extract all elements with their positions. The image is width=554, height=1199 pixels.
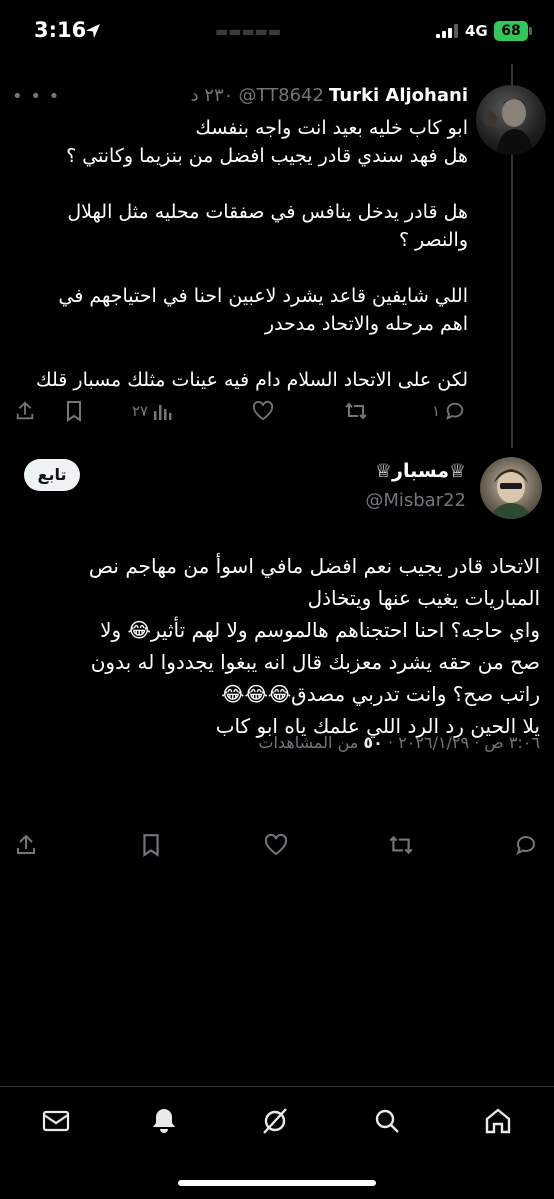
bookmark-button[interactable] <box>64 396 84 426</box>
tweet-line: صح من حقه يشرد معزبك قال انه يبغوا يجددو… <box>90 650 540 674</box>
tweet-line: والنصر ؟ <box>398 229 468 251</box>
tab-home[interactable] <box>482 1105 514 1137</box>
retweet-icon <box>389 835 413 855</box>
views-count: ٥٠ <box>363 733 383 752</box>
battery-cap <box>529 27 532 35</box>
author-handle[interactable]: @TT8642 <box>238 85 323 106</box>
tweet-line <box>8 338 468 366</box>
retweet-button[interactable] <box>344 396 368 426</box>
bell-icon <box>153 1109 175 1133</box>
tweet-line <box>8 254 468 282</box>
reply-count: ١ <box>432 402 441 420</box>
tweet-line: الاتحاد قادر يجيب نعم افضل مافي اسوأ من … <box>88 554 540 578</box>
more-options-icon[interactable]: • • • <box>12 86 60 107</box>
tab-grok[interactable] <box>259 1105 291 1137</box>
reply-button[interactable]: ١ <box>432 396 466 426</box>
views-icon <box>154 405 172 420</box>
tab-bar-divider <box>0 1086 554 1087</box>
tweet-line: واي حاجه؟ احنا احتجناهم هالموسم ولا لهم … <box>100 618 540 642</box>
share-button[interactable] <box>14 830 38 860</box>
tweet-text: ابو كاب خليه بعيد انت واجه بنفسك هل فهد … <box>8 114 468 394</box>
share-button[interactable] <box>14 396 36 426</box>
retweet-icon <box>345 402 367 420</box>
share-icon <box>16 401 34 420</box>
tweet-timestamp: ٣:٠٦ ص · ٢٠٢٦/١/٢٩ · <box>382 733 540 752</box>
bookmark-button[interactable] <box>140 830 162 860</box>
heart-icon <box>252 401 274 421</box>
like-button[interactable] <box>252 396 274 426</box>
network-type: 4G <box>465 22 488 40</box>
tweet-line: اهم مرحله والاتحاد مدحدر <box>264 313 468 335</box>
avatar[interactable] <box>476 85 546 155</box>
avatar[interactable] <box>480 457 542 519</box>
tweet-actions: ٢٧ ١ <box>14 396 474 426</box>
tab-notifications[interactable] <box>148 1105 180 1137</box>
tweet-line: لكن على الاتحاد السلام دام فيه عينات مثل… <box>35 369 468 391</box>
views-label: من المشاهدات <box>258 733 364 752</box>
views-button[interactable]: ٢٧ <box>132 396 172 426</box>
share-icon <box>17 834 35 854</box>
home-indicator <box>178 1180 376 1186</box>
search-icon <box>375 1109 399 1133</box>
bookmark-icon <box>143 834 159 857</box>
signal-icon <box>436 24 458 38</box>
tweet-meta: ٣:٠٦ ص · ٢٠٢٦/١/٢٩ · ٥٠ من المشاهدات <box>258 733 540 752</box>
tweet-line: المباريات يغيب عنها ويتخاذل <box>307 586 540 610</box>
tweet-text: الاتحاد قادر يجيب نعم افضل مافي اسوأ من … <box>12 550 540 742</box>
tab-messages[interactable] <box>40 1105 72 1137</box>
status-time: 3:16 <box>34 18 87 42</box>
reply-button[interactable] <box>514 830 538 860</box>
author-name[interactable]: ♕مسبار♕ <box>375 460 466 482</box>
tweet-line: هل قادر يدخل ينافس في صفقات محليه مثل ال… <box>67 201 468 223</box>
retweet-button[interactable] <box>388 830 414 860</box>
location-arrow-icon <box>86 24 100 38</box>
battery-indicator: 68 <box>494 21 528 41</box>
views-count: ٢٧ <box>132 402 149 420</box>
tweet-line: ابو كاب خليه بعيد انت واجه بنفسك <box>195 117 468 139</box>
tweet-line: راتب صح؟ وانت تدربي مصدق😂😂😂 <box>221 682 540 706</box>
tweet-line <box>8 170 468 198</box>
tab-search[interactable] <box>371 1105 403 1137</box>
like-button[interactable] <box>264 830 288 860</box>
mail-icon <box>42 1110 70 1132</box>
reply-icon <box>516 836 535 855</box>
tweet-line: هل فهد سندي قادر يجيب افضل من بنزيما وكا… <box>66 145 468 167</box>
reply-icon <box>446 402 464 421</box>
follow-button[interactable]: تابع <box>24 459 80 491</box>
tweet-actions <box>14 830 544 860</box>
author-time: ٢٣٠ د <box>190 85 234 106</box>
heart-icon <box>264 834 288 856</box>
bookmark-icon <box>67 401 81 422</box>
faded-header-title: ▬▬▬▬▬ <box>215 24 282 40</box>
grok-icon <box>263 1108 287 1134</box>
home-icon <box>485 1108 511 1134</box>
author-name[interactable]: Turki Aljohani <box>329 85 468 106</box>
tweet-header: ٢٣٠ د @TT8642 Turki Aljohani <box>191 85 468 106</box>
tweet-line: اللي شايفين قاعد يشرد لاعبين احنا في احت… <box>58 285 468 307</box>
author-handle[interactable]: @Misbar22 <box>365 490 466 511</box>
